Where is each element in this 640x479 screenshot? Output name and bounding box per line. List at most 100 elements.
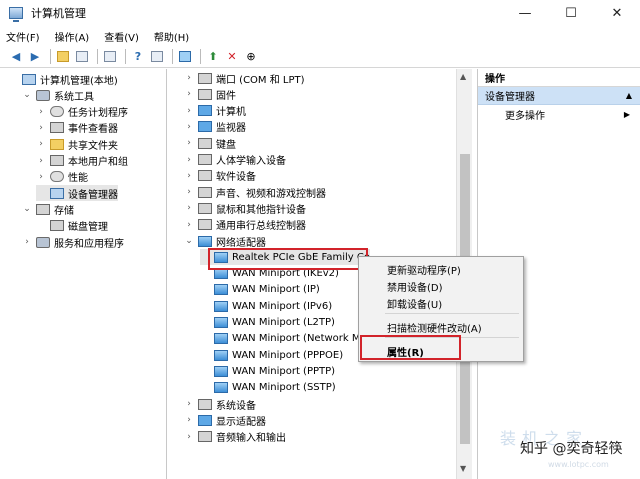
device-tree-label: WAN Miniport (PPPOE) — [232, 349, 344, 361]
context-scan-hardware[interactable]: 扫描检测硬件改动(A) — [387, 320, 482, 335]
expand-right-icon[interactable]: › — [36, 172, 46, 182]
expand-right-icon[interactable]: › — [184, 138, 194, 148]
nav-tree-item[interactable]: › 事件查看器 — [36, 120, 118, 136]
comp-icon — [22, 73, 36, 85]
more-actions[interactable]: 更多操作 ▶ — [478, 105, 640, 123]
dev-icon — [198, 72, 212, 84]
collapse-up-icon[interactable]: ▲ — [626, 91, 632, 100]
up-folder-icon[interactable] — [55, 49, 71, 65]
expand-right-icon[interactable]: › — [184, 155, 194, 165]
expand-right-icon[interactable]: › — [184, 73, 194, 83]
device-tree-item[interactable]: WAN Miniport (Network M — [200, 331, 361, 347]
nav-tree-item[interactable]: › 任务计划程序 — [36, 104, 128, 120]
device-tree-item[interactable]: › 显示适配器 — [184, 412, 266, 428]
expand-right-icon[interactable]: › — [36, 139, 46, 149]
device-tree-label: WAN Miniport (PPTP) — [232, 365, 336, 377]
back-arrow-icon[interactable]: ◀ — [8, 49, 24, 65]
dev-icon — [50, 122, 64, 134]
scroll-up-icon[interactable]: ▲ — [460, 72, 466, 81]
device-tree-label: 鼠标和其他指针设备 — [216, 204, 306, 216]
device-tree-item[interactable]: › 人体学输入设备 — [184, 152, 286, 168]
scroll-down-icon[interactable]: ▼ — [460, 464, 466, 473]
nav-tree-item[interactable]: › 共享文件夹 — [36, 136, 118, 152]
expand-right-icon[interactable]: › — [184, 220, 194, 230]
uninstall-icon[interactable]: ✕ — [224, 49, 240, 65]
forward-arrow-icon[interactable]: ▶ — [27, 49, 43, 65]
expand-right-icon[interactable]: › — [36, 156, 46, 166]
expand-down-icon[interactable]: ⌄ — [184, 236, 194, 246]
device-tree-item[interactable]: › 固件 — [184, 86, 236, 102]
nav-tree-item[interactable]: › 本地用户和组 — [36, 153, 128, 169]
expand-right-icon[interactable]: › — [36, 123, 46, 133]
device-tree-item[interactable]: WAN Miniport (SSTP) — [200, 380, 336, 396]
device-tree-item[interactable]: › 软件设备 — [184, 168, 256, 184]
device-tree-label: 软件设备 — [216, 172, 256, 184]
context-update-driver[interactable]: 更新驱动程序(P) — [387, 262, 461, 277]
context-uninstall-device[interactable]: 卸载设备(U) — [387, 296, 442, 311]
device-tree-label: 声音、视频和游戏控制器 — [216, 188, 326, 200]
toolbar-divider — [97, 49, 98, 64]
device-tree-label: 端口 (COM 和 LPT) — [216, 74, 305, 86]
net-icon — [198, 235, 212, 247]
device-tree-item[interactable]: › 计算机 — [184, 103, 246, 119]
device-tree-item[interactable]: WAN Miniport (PPPOE) — [200, 347, 343, 363]
expand-right-icon[interactable]: › — [184, 122, 194, 132]
update-driver-icon[interactable]: ⬆ — [205, 49, 221, 65]
expand-right-icon[interactable]: › — [184, 415, 194, 425]
device-tree-item[interactable]: WAN Miniport (PPTP) — [200, 363, 335, 379]
nav-tree-item[interactable]: › 服务和应用程序 — [22, 234, 124, 250]
expand-right-icon[interactable]: › — [184, 203, 194, 213]
view-icon[interactable] — [149, 49, 165, 65]
properties-highlight-box — [360, 335, 461, 360]
minimize-button[interactable]: — — [502, 0, 548, 26]
expand-right-icon[interactable]: › — [184, 432, 194, 442]
expand-right-icon[interactable]: › — [36, 107, 46, 117]
nav-tree-item[interactable]: 设备管理器 — [36, 185, 118, 202]
device-tree-item[interactable]: › 鼠标和其他指针设备 — [184, 200, 306, 216]
expand-right-icon[interactable]: › — [184, 187, 194, 197]
nav-tree-label: 计算机管理(本地) — [40, 75, 118, 87]
close-button[interactable]: ✕ — [594, 0, 640, 26]
actions-device-manager[interactable]: 设备管理器 ▲ — [478, 87, 640, 105]
help-icon[interactable]: ? — [130, 49, 146, 65]
tool-icon — [36, 236, 50, 248]
net-icon — [214, 382, 228, 394]
expand-right-icon[interactable]: › — [184, 399, 194, 409]
context-disable-device[interactable]: 禁用设备(D) — [387, 279, 443, 294]
disable-device-icon[interactable]: ⊕ — [243, 49, 259, 65]
menu-file[interactable]: 文件(F) — [6, 29, 40, 44]
expand-right-icon[interactable]: › — [184, 89, 194, 99]
chevron-right-icon: ▶ — [623, 109, 630, 119]
device-tree-item[interactable]: ⌄ 网络适配器 — [184, 233, 266, 249]
menu-action[interactable]: 操作(A) — [55, 29, 90, 44]
maximize-button[interactable]: ☐ — [548, 0, 594, 26]
nav-tree-item[interactable]: ⌄ 系统工具 — [22, 87, 94, 103]
menu-view[interactable]: 查看(V) — [104, 29, 139, 44]
nav-tree-item[interactable]: 磁盘管理 — [36, 218, 108, 234]
dev-icon — [198, 137, 212, 149]
menu-help[interactable]: 帮助(H) — [154, 29, 189, 44]
device-tree-item[interactable]: › 音频输入和输出 — [184, 429, 286, 445]
show-hide-tree-icon[interactable] — [74, 49, 90, 65]
nav-tree-item[interactable]: › 性能 — [36, 169, 88, 185]
device-tree-item[interactable]: WAN Miniport (IP) — [200, 282, 320, 298]
monitor-icon[interactable] — [177, 49, 193, 65]
device-tree-item[interactable]: › 声音、视频和游戏控制器 — [184, 184, 326, 200]
device-tree-item[interactable]: › 键盘 — [184, 135, 236, 151]
expand-right-icon[interactable]: › — [22, 237, 32, 247]
expand-right-icon[interactable]: › — [184, 171, 194, 181]
expand-down-icon[interactable]: ⌄ — [22, 204, 32, 214]
expand-down-icon[interactable]: ⌄ — [22, 90, 32, 100]
dev-icon — [198, 154, 212, 165]
device-tree-item[interactable]: › 系统设备 — [184, 396, 256, 412]
computer-management-icon — [9, 7, 23, 22]
device-tree-item[interactable]: WAN Miniport (IPv6) — [200, 298, 332, 314]
nav-tree-item[interactable]: 计算机管理(本地) — [8, 71, 118, 87]
device-tree-item[interactable]: WAN Miniport (L2TP) — [200, 315, 335, 331]
device-tree-item[interactable]: › 通用串行总线控制器 — [184, 217, 306, 233]
device-tree-item[interactable]: › 端口 (COM 和 LPT) — [184, 70, 305, 86]
nav-tree-item[interactable]: ⌄ 存储 — [22, 201, 74, 217]
expand-right-icon[interactable]: › — [184, 106, 194, 116]
properties-icon[interactable] — [102, 49, 118, 65]
device-tree-item[interactable]: › 监视器 — [184, 119, 246, 135]
